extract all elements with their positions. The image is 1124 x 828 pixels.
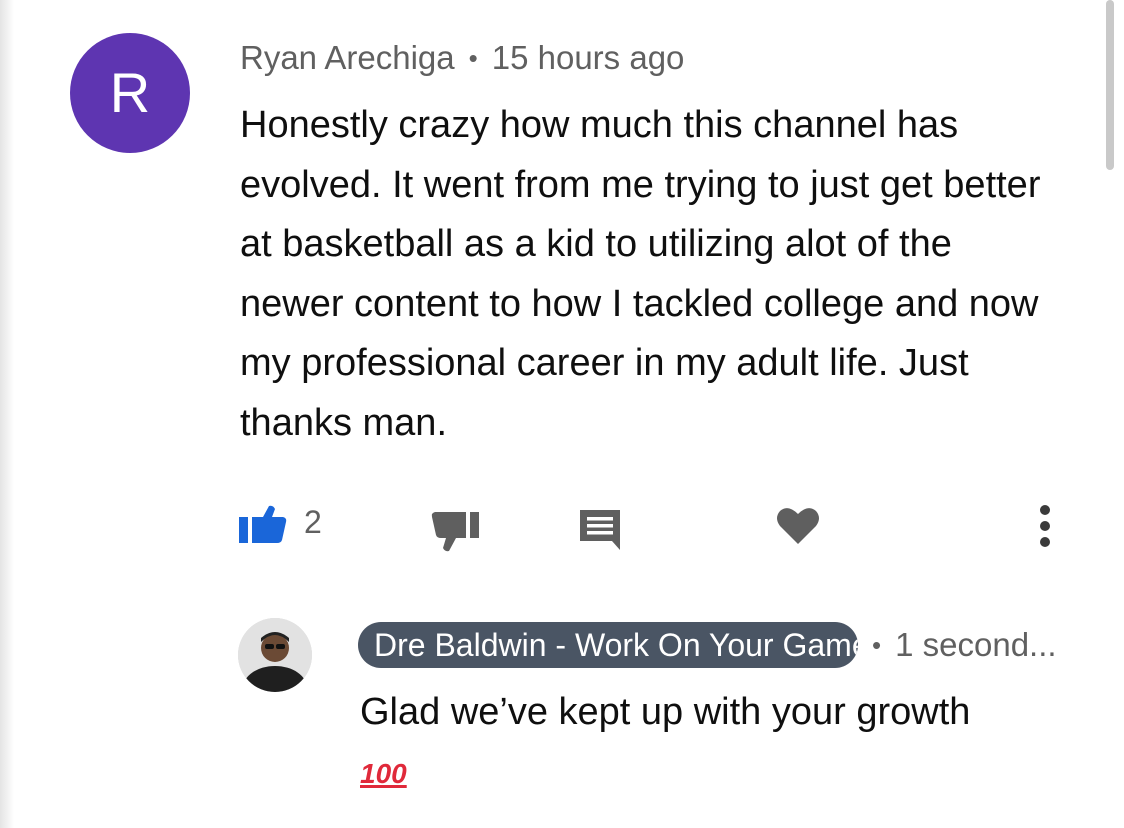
more-vertical-icon [1040, 505, 1050, 547]
comment-time: 15 hours ago [491, 39, 685, 76]
left-edge-shadow [0, 0, 14, 828]
like-button[interactable] [238, 502, 288, 548]
reply-button[interactable] [576, 506, 624, 552]
separator-dot: • [468, 42, 478, 73]
heart-icon [777, 508, 819, 544]
scrollbar[interactable] [1106, 0, 1114, 170]
reply-comment-icon [580, 510, 620, 550]
reply-text-block: Glad we’ve kept up with your growth 100 [360, 684, 1080, 802]
comment-author[interactable]: Ryan Arechiga [240, 39, 455, 77]
reply-header: Dre Baldwin - Work On Your Game • 1 seco… [358, 622, 1057, 668]
heart-button[interactable] [774, 504, 822, 546]
more-options-button[interactable] [1030, 502, 1060, 550]
comment-text: Honestly crazy how much this channel has… [240, 104, 1041, 444]
reply-author-chip[interactable]: Dre Baldwin - Work On Your Game [358, 622, 858, 668]
reply-avatar[interactable] [238, 618, 312, 692]
comment-header: Ryan Arechiga • 15 hours ago [240, 36, 684, 80]
reply-text: Glad we’ve kept up with your growth [360, 691, 971, 733]
thumbs-down-icon [431, 512, 479, 552]
avatar[interactable]: R [70, 33, 190, 153]
dislike-button[interactable] [428, 508, 482, 554]
thumbs-up-icon [239, 505, 287, 543]
reply-time: 1 second... [895, 626, 1057, 663]
avatar-letter: R [109, 61, 151, 124]
hundred-points-emoji-icon: 100 [360, 758, 407, 789]
person-avatar-icon [238, 618, 312, 692]
separator-dot: • [872, 629, 882, 660]
like-count: 2 [304, 504, 322, 540]
